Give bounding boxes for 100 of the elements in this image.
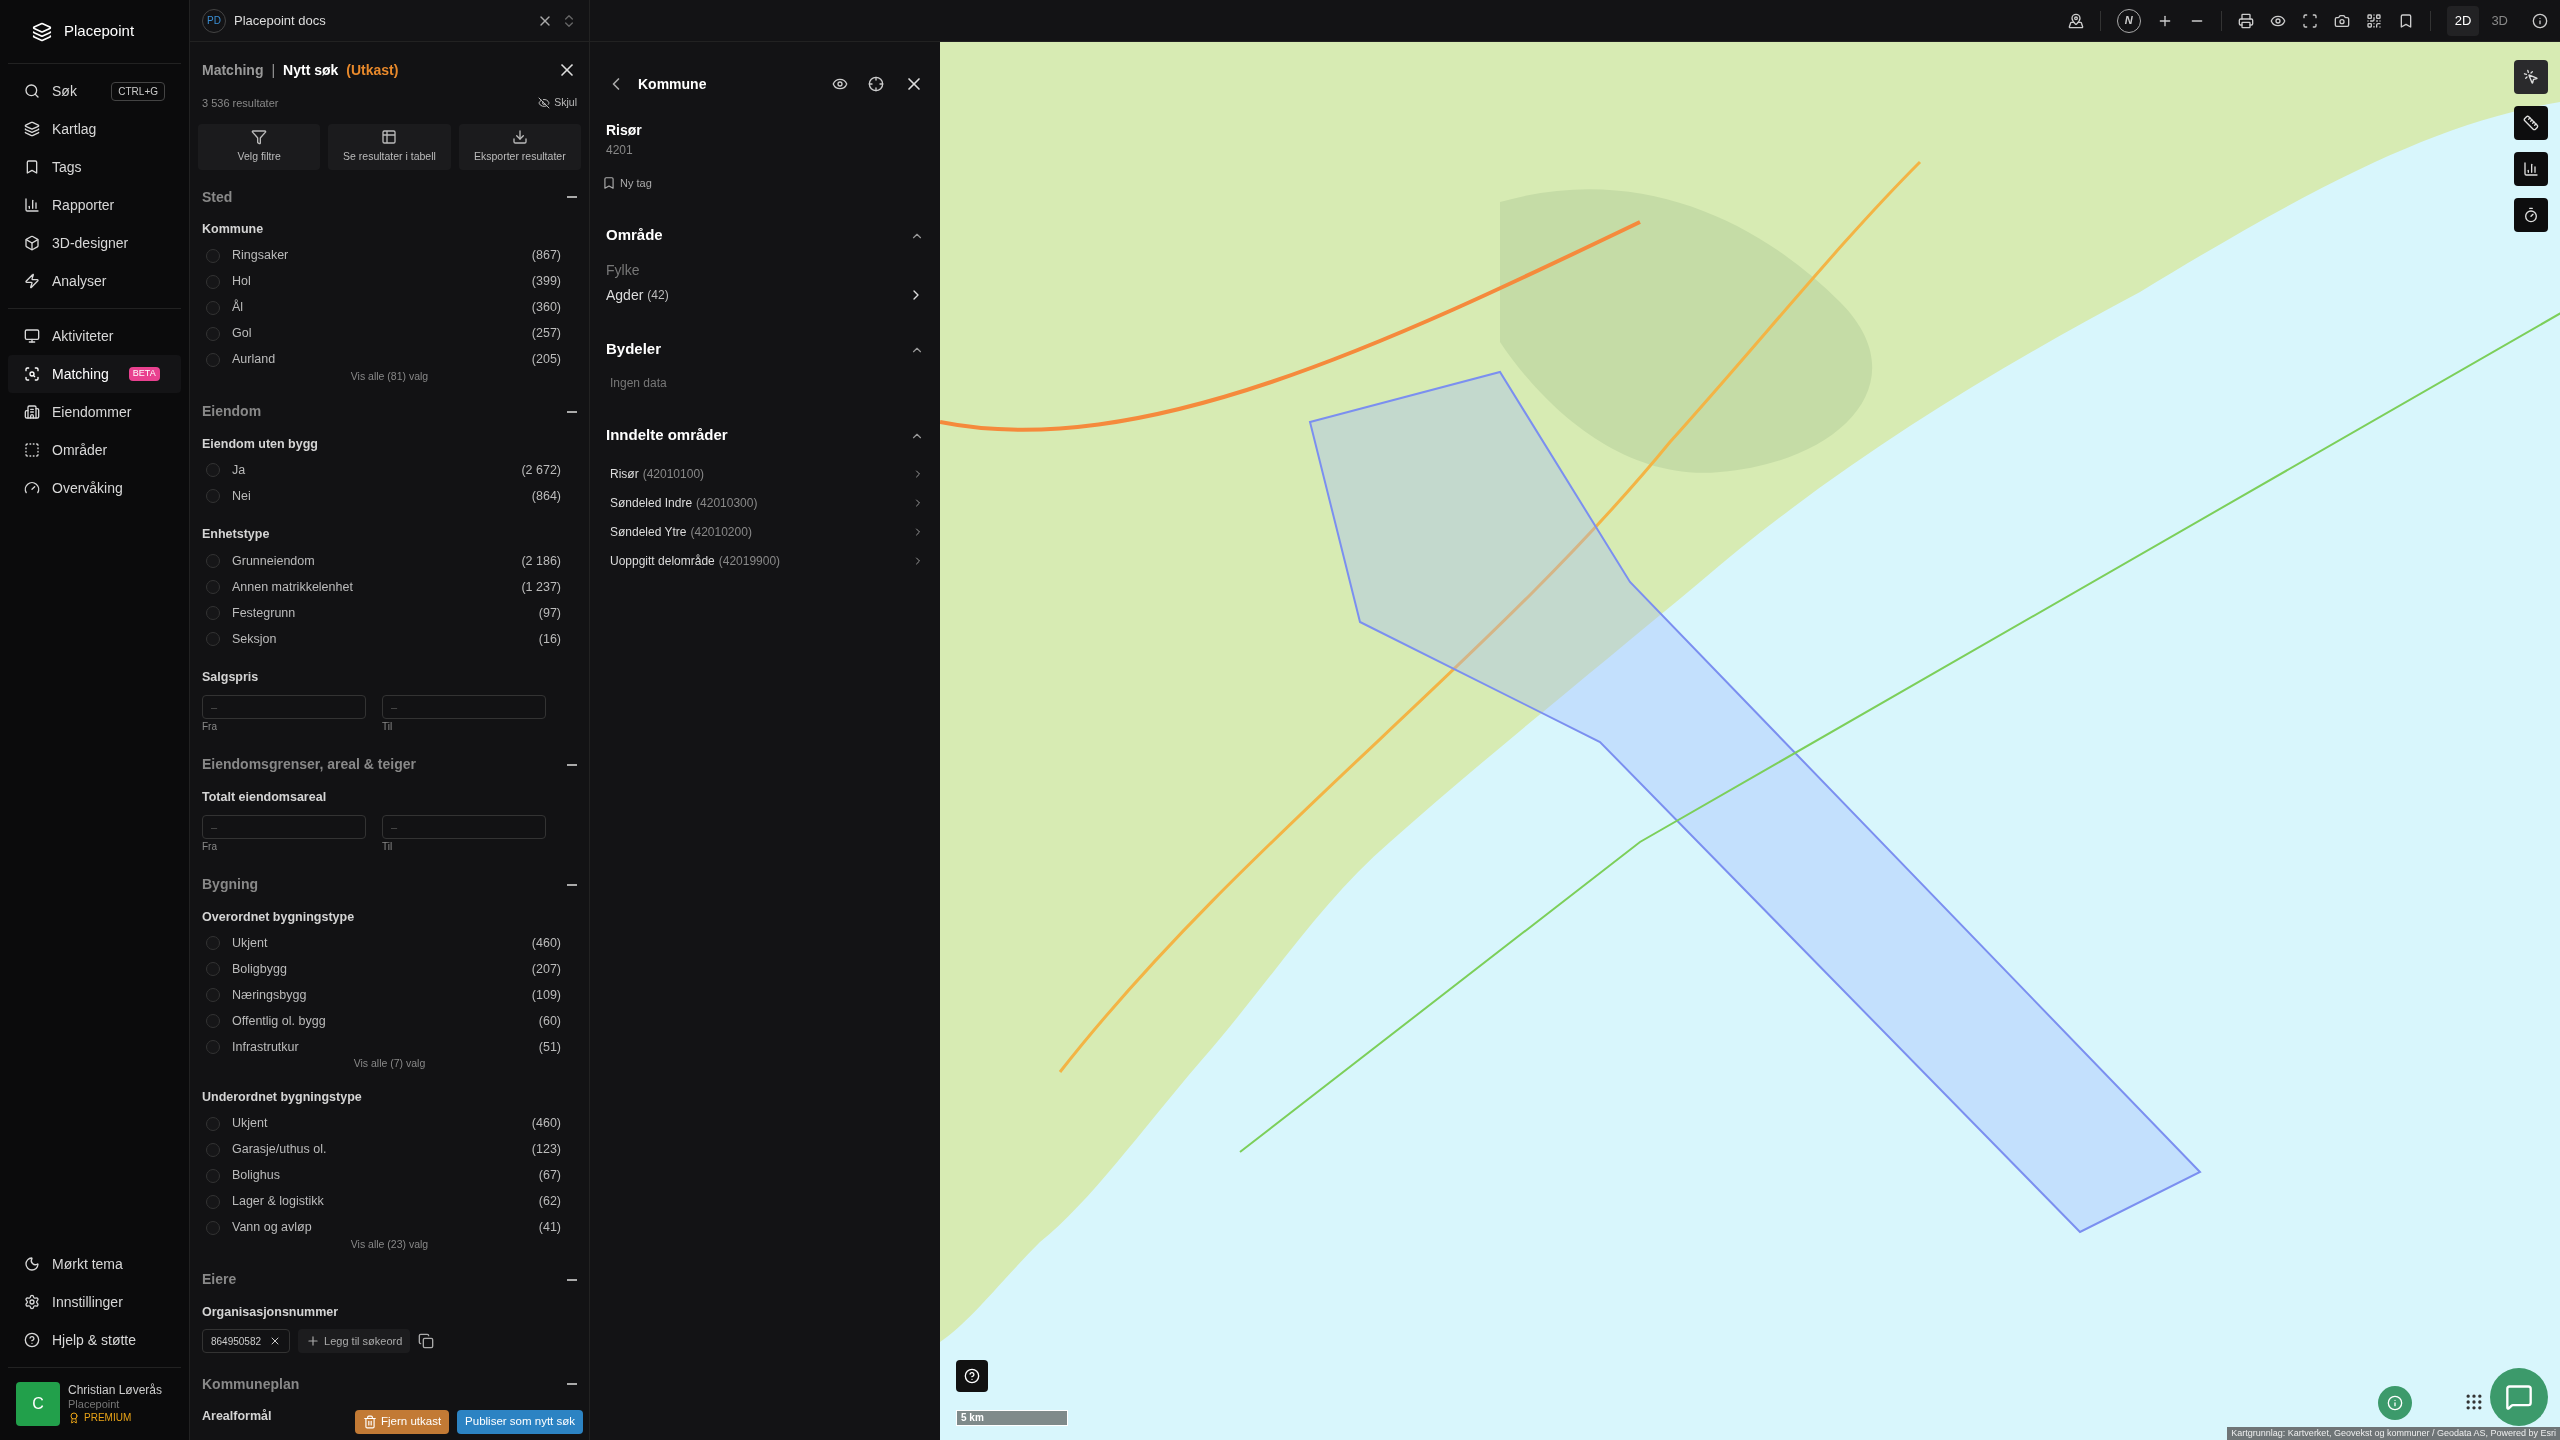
sidebar-item[interactable]: Matching BETA: [8, 355, 181, 393]
range-input-field[interactable]: –: [382, 694, 546, 719]
option-checkbox[interactable]: [206, 1168, 220, 1183]
option-checkbox[interactable]: [206, 936, 220, 951]
sidebar-item[interactable]: Rapporter: [8, 186, 181, 224]
option-label[interactable]: Offentlig ol. bygg: [232, 1011, 326, 1031]
section-header[interactable]: Eiere: [202, 1264, 577, 1295]
option-checkbox[interactable]: [206, 248, 220, 263]
section-header[interactable]: Eiendomsgrenser, areal & teiger: [202, 749, 577, 780]
sidebar-item[interactable]: Områder: [8, 431, 181, 469]
printer-icon[interactable]: [2237, 12, 2254, 29]
sidebar-item[interactable]: Aktiviteter: [8, 317, 181, 355]
add-keyword-button[interactable]: Legg til søkeord: [298, 1329, 411, 1354]
section-header[interactable]: Bygning: [202, 869, 577, 900]
option-label[interactable]: Gol: [232, 324, 252, 344]
grip-icon[interactable]: [2464, 1392, 2484, 1412]
publish-button[interactable]: Publiser som nytt søk: [457, 1410, 583, 1434]
option-label[interactable]: Lager & logistikk: [232, 1192, 324, 1212]
option-label[interactable]: Bolighus: [232, 1166, 280, 1186]
region-link[interactable]: Agder (42): [606, 284, 924, 306]
option-checkbox[interactable]: [206, 1116, 220, 1131]
option-checkbox[interactable]: [206, 1194, 220, 1209]
map-tool-button[interactable]: [2514, 198, 2548, 232]
action-button[interactable]: Se resultater i tabell: [328, 124, 451, 170]
section-header[interactable]: Område: [606, 223, 924, 248]
range-input-field[interactable]: –: [202, 694, 366, 719]
grid-icon[interactable]: [2365, 12, 2382, 29]
option-label[interactable]: Ukjent: [232, 933, 268, 953]
option-label[interactable]: Festegrunn: [232, 603, 296, 623]
option-label[interactable]: Ål: [232, 298, 244, 318]
option-checkbox[interactable]: [206, 1014, 220, 1029]
range-input-field[interactable]: –: [202, 814, 366, 839]
option-label[interactable]: Vann og avløp: [232, 1218, 312, 1238]
section-header[interactable]: Kommuneplan: [202, 1369, 577, 1400]
option-checkbox[interactable]: [206, 300, 220, 315]
option-checkbox[interactable]: [206, 1040, 220, 1055]
help-button[interactable]: [956, 1360, 988, 1392]
option-label[interactable]: Nei: [232, 486, 251, 506]
subarea-link[interactable]: Søndeled Indre (42010300): [610, 488, 924, 518]
sidebar-item[interactable]: Kartlag: [8, 110, 181, 148]
map-tool-button[interactable]: [2514, 106, 2548, 140]
option-label[interactable]: Garasje/uthus ol.: [232, 1140, 327, 1160]
sidebar-item[interactable]: Overvåking: [8, 469, 181, 507]
subarea-link[interactable]: Uoppgitt delområde (42019900): [610, 546, 924, 576]
view-mode-toggle[interactable]: 3D: [2483, 5, 2516, 36]
option-checkbox[interactable]: [206, 1220, 220, 1235]
show-all-link[interactable]: Vis alle (23) valg: [350, 1236, 429, 1253]
new-tag-link[interactable]: Ny tag: [602, 175, 924, 192]
option-checkbox[interactable]: [206, 988, 220, 1003]
chat-button[interactable]: [2490, 1368, 2548, 1426]
workspace-name[interactable]: Placepoint docs: [234, 10, 326, 31]
option-label[interactable]: Aurland: [232, 350, 276, 370]
action-button[interactable]: Eksporter resultater: [458, 124, 581, 170]
camera-icon[interactable]: [2333, 12, 2350, 29]
sidebar-item[interactable]: Hjelp & støtte: [8, 1321, 181, 1359]
map-tool-button[interactable]: [2514, 60, 2548, 94]
map-pin-icon[interactable]: [2067, 12, 2084, 29]
option-label[interactable]: Hol: [232, 272, 251, 292]
map-tool-button[interactable]: [2514, 152, 2548, 186]
keyword-chip[interactable]: 864950582: [202, 1329, 291, 1354]
option-label[interactable]: Annen matrikkelenhet: [232, 577, 353, 597]
copy-icon[interactable]: [418, 1333, 435, 1350]
option-checkbox[interactable]: [206, 962, 220, 977]
range-input-field[interactable]: –: [382, 814, 546, 839]
section-header[interactable]: Bydeler: [606, 337, 924, 362]
section-header[interactable]: Sted: [202, 182, 577, 212]
option-checkbox[interactable]: [206, 463, 220, 478]
option-checkbox[interactable]: [206, 274, 220, 289]
eye-icon[interactable]: [832, 76, 848, 92]
hide-toggle[interactable]: Skjul: [538, 95, 577, 111]
sidebar-item[interactable]: Søk CTRL+G: [8, 72, 181, 110]
option-checkbox[interactable]: [206, 580, 220, 594]
show-all-link[interactable]: Vis alle (81) valg: [350, 368, 429, 385]
option-checkbox[interactable]: [206, 606, 220, 620]
sidebar-item[interactable]: Eiendommer: [8, 393, 181, 431]
sidebar-item[interactable]: Innstillinger: [8, 1283, 181, 1321]
option-checkbox[interactable]: [206, 632, 220, 646]
sidebar-item[interactable]: Analyser: [8, 262, 181, 300]
option-checkbox[interactable]: [206, 326, 220, 341]
breadcrumb-link[interactable]: Matching: [202, 59, 264, 81]
option-label[interactable]: Seksjon: [232, 629, 277, 649]
show-all-link[interactable]: Vis alle (7) valg: [353, 1056, 426, 1072]
view-mode-toggle[interactable]: 2D: [2446, 5, 2480, 36]
sidebar-item[interactable]: Mørkt tema: [8, 1245, 181, 1283]
option-label[interactable]: Grunneiendom: [232, 551, 315, 571]
option-checkbox[interactable]: [206, 352, 220, 367]
subarea-link[interactable]: Risør (42010100): [610, 459, 924, 489]
option-checkbox[interactable]: [206, 489, 220, 504]
option-label[interactable]: Ringsaker: [232, 246, 289, 266]
action-button[interactable]: Velg filtre: [198, 124, 321, 170]
option-label[interactable]: Næringsbygg: [232, 985, 307, 1005]
option-label[interactable]: Boligbygg: [232, 959, 287, 979]
option-label[interactable]: Ukjent: [232, 1114, 268, 1134]
option-checkbox[interactable]: [206, 554, 220, 568]
section-header[interactable]: Eiendom: [202, 396, 577, 427]
subarea-link[interactable]: Søndeled Ytre (42010200): [610, 517, 924, 547]
sidebar-item[interactable]: Tags: [8, 148, 181, 186]
option-checkbox[interactable]: [206, 1142, 220, 1157]
option-label[interactable]: Infrastrutkur: [232, 1037, 299, 1057]
info-button[interactable]: [2378, 1386, 2412, 1420]
